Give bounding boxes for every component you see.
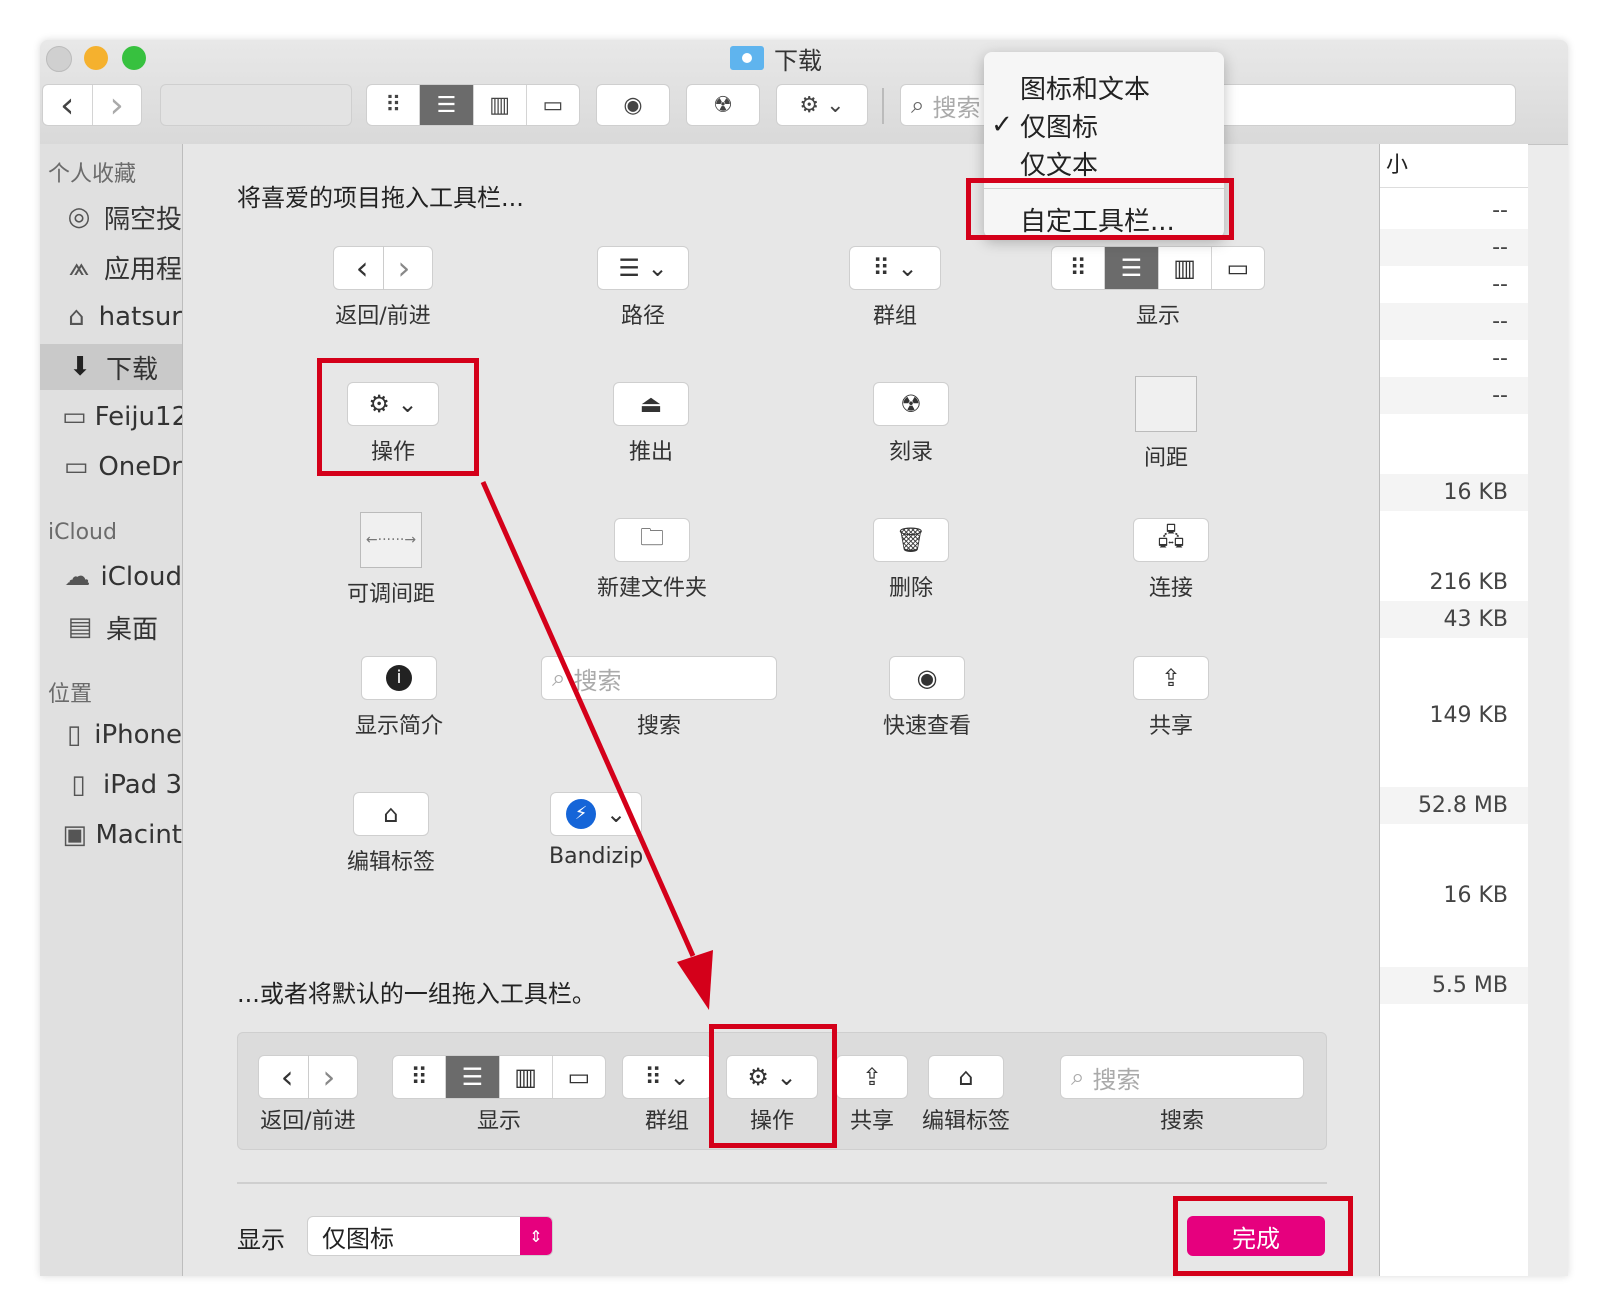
file-row-size: --	[1380, 303, 1528, 340]
grid-icon: ⠿	[385, 92, 402, 118]
quick-look-button[interactable]: ◉	[596, 84, 670, 126]
sidebar-item-applications[interactable]: ⩕ 应用程	[40, 244, 182, 290]
view-mode-control: ⠿ ☰ ▥ ▭	[366, 84, 580, 126]
zoom-window-button[interactable]	[122, 46, 146, 70]
file-row-size: 216 KB	[1429, 570, 1508, 595]
eye-icon: ◉	[623, 92, 643, 118]
file-row-size: 5.5 MB	[1380, 967, 1528, 1004]
customize-toolbar-sheet: 将喜爱的项目拖入工具栏... ‹ › 返回/前进 ☰ ⌄ 路径 ⠿ ⌄ 群组 ⠿ …	[182, 144, 1380, 1276]
sidebar-item-iphone[interactable]: ▯ iPhone	[40, 712, 182, 758]
sidebar-item-airdrop[interactable]: ◎ 隔空投	[40, 194, 182, 240]
checkmark-icon: ✓	[991, 110, 1013, 140]
sidebar-item-onedrive[interactable]: ▭ OneDr	[40, 444, 182, 490]
back-button[interactable]: ‹	[43, 84, 93, 126]
sidebar-item-macintosh[interactable]: ▣ Macint	[40, 812, 182, 858]
gallery-view-button[interactable]: ▭	[527, 85, 579, 125]
drag-arrow	[480, 480, 713, 1010]
radiation-icon: ☢	[713, 92, 733, 118]
arrow-shaft	[480, 480, 696, 958]
back-forward-control: ‹ ›	[42, 84, 142, 126]
list-view-button[interactable]: ☰	[420, 85, 474, 125]
desktop-icon: ▤	[67, 612, 93, 642]
file-row-size: 16 KB	[1380, 474, 1528, 511]
sidebar-item-home[interactable]: ⌂ hatsur	[40, 294, 182, 340]
arrow-head	[677, 950, 713, 1010]
title-bar: 下载 ‹ › ⠿ ☰ ▥ ▭ ◉ ☢ ⚙ ⌄ ⌕ 搜索	[40, 40, 1568, 145]
file-row-size: 43 KB	[1380, 601, 1528, 638]
file-row-size: --	[1492, 272, 1508, 297]
sidebar: 个人收藏 ◎ 隔空投 ⩕ 应用程 ⌂ hatsur ⬇ 下载 ▭ Feiju12 ▭ One…	[40, 144, 188, 1276]
sidebar-item-downloads[interactable]: ⬇ 下载	[40, 344, 182, 390]
download-icon: ⬇	[69, 352, 91, 382]
sidebar-section-locations: 位置	[48, 682, 93, 707]
path-placeholder	[160, 84, 352, 126]
sidebar-item-ipad[interactable]: ▯ iPad 3	[40, 762, 182, 808]
sidebar-section-icloud: iCloud	[48, 520, 117, 545]
menu-item-icon-only[interactable]: ✓ 仅图标	[984, 106, 1224, 144]
home-icon: ⌂	[68, 302, 85, 332]
sidebar-item-icloud-drive[interactable]: ☁ iCloud	[40, 554, 182, 600]
column-view-button[interactable]: ▥	[474, 85, 527, 125]
list-icon: ☰	[436, 92, 457, 118]
columns-icon: ▥	[489, 92, 511, 118]
file-row-size: --	[1380, 229, 1528, 266]
search-icon: ⌕	[911, 91, 925, 119]
folder-icon: ▭	[63, 452, 89, 482]
highlight-box-customize	[966, 178, 1234, 240]
chevron-right-icon: ›	[109, 84, 124, 126]
close-window-button[interactable]	[46, 46, 72, 72]
disk-icon: ▣	[62, 820, 87, 850]
cloud-icon: ☁	[64, 562, 91, 592]
file-row-size: --	[1380, 377, 1528, 414]
downloads-folder-icon	[730, 46, 764, 70]
menu-item-text-only[interactable]: 仅文本	[984, 144, 1224, 182]
burn-button[interactable]: ☢	[686, 84, 760, 126]
ipad-icon: ▯	[71, 770, 86, 800]
size-column-header[interactable]: 小	[1380, 144, 1528, 188]
gear-icon: ⚙ ⌄	[799, 92, 845, 118]
file-row-size: --	[1492, 198, 1508, 223]
forward-button[interactable]: ›	[93, 84, 142, 126]
sidebar-item-feiju[interactable]: ▭ Feiju12	[40, 394, 188, 440]
folder-icon: ▭	[62, 402, 87, 432]
chevron-left-icon: ‹	[60, 84, 75, 126]
file-row-size: 52.8 MB	[1380, 787, 1528, 824]
file-row-size: 16 KB	[1443, 883, 1508, 908]
file-row-size: --	[1492, 346, 1508, 371]
menu-item-icon-and-text[interactable]: 图标和文本	[984, 68, 1224, 106]
sidebar-item-desktop[interactable]: ▤ 桌面	[40, 604, 182, 650]
sidebar-section-favorites: 个人收藏	[48, 162, 137, 187]
action-button[interactable]: ⚙ ⌄	[776, 84, 868, 126]
iphone-icon: ▯	[66, 720, 82, 750]
airdrop-icon: ◎	[67, 202, 91, 232]
finder-window: 下载 ‹ › ⠿ ☰ ▥ ▭ ◉ ☢ ⚙ ⌄ ⌕ 搜索 个人收藏 ◎ 隔空投 ⩕…	[40, 40, 1568, 1276]
file-size-column: 小 -- -- -- -- -- -- 16 KB 216 KB 43 KB 1…	[1380, 144, 1528, 1276]
icon-view-button[interactable]: ⠿	[367, 85, 421, 125]
minimize-window-button[interactable]	[84, 46, 108, 70]
gallery-icon: ▭	[542, 92, 564, 118]
applications-icon: ⩕	[68, 251, 90, 282]
file-row-size: 149 KB	[1429, 703, 1508, 728]
window-title: 下载	[730, 40, 822, 76]
toolbar-separator	[882, 88, 884, 124]
